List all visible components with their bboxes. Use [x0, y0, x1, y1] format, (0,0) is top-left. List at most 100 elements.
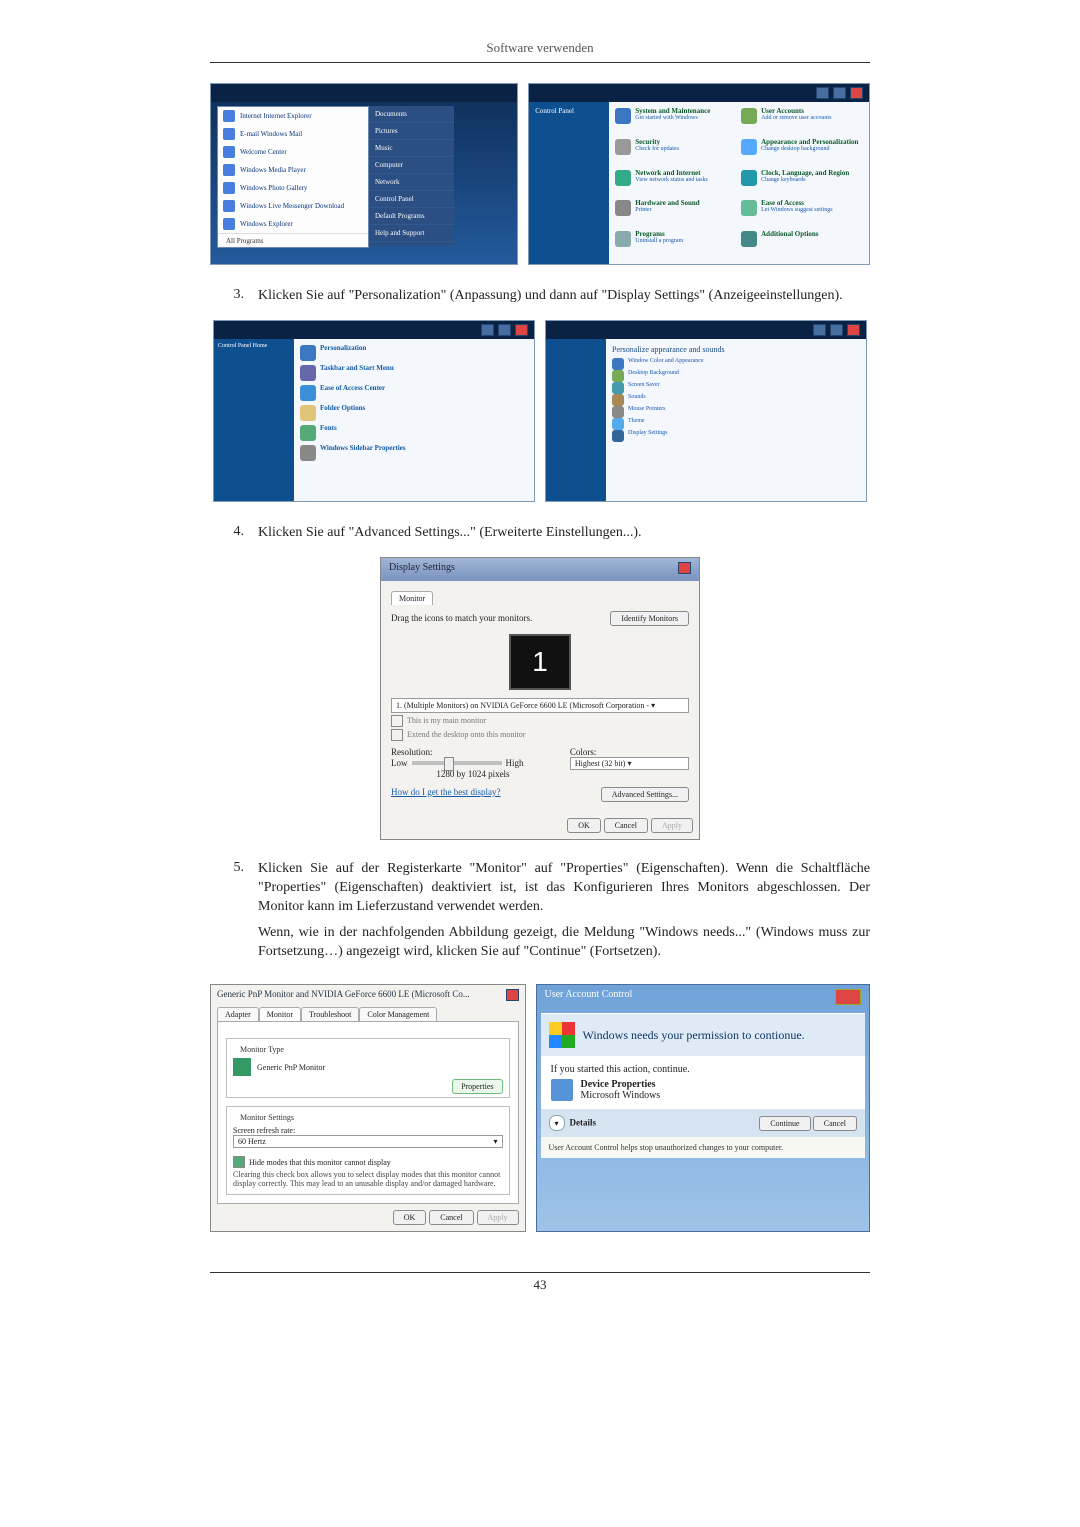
hide-modes-desc: Clearing this check box allows you to se… [233, 1170, 503, 1188]
figure-display-settings: Display Settings Monitor Drag the icons … [210, 557, 870, 840]
ok-button[interactable]: OK [393, 1210, 427, 1225]
start-item[interactable]: Windows Photo Gallery [240, 184, 307, 192]
theme-icon [612, 418, 624, 430]
ap-item[interactable]: Taskbar and Start Menu [300, 365, 528, 381]
cp-category[interactable]: SecurityCheck for updates [615, 139, 737, 166]
start-item[interactable]: Windows Live Messenger Download [240, 202, 344, 210]
chevron-down-icon[interactable]: ▾ [493, 1137, 497, 1146]
cp-title: Control Panel [529, 102, 609, 120]
pers-heading: Personalize appearance and sounds [612, 345, 860, 354]
uac-sub: If you started this action, continue. [551, 1064, 856, 1075]
tab-monitor[interactable]: Monitor [391, 591, 433, 605]
step-number-3: 3. [210, 287, 258, 306]
tab-color[interactable]: Color Management [359, 1007, 437, 1021]
start-item[interactable]: Windows Explorer [240, 220, 293, 228]
start-item[interactable]: Internet Internet Explorer [240, 112, 312, 120]
cp-side-tasks: Control Panel [529, 102, 609, 264]
all-programs[interactable]: All Programs [226, 237, 264, 245]
taskbar-icon [300, 365, 316, 381]
cp-category[interactable]: Appearance and PersonalizationChange des… [741, 139, 863, 166]
low-label: Low [391, 758, 408, 768]
cancel-button[interactable]: Cancel [604, 818, 648, 833]
screenshot-personalization: Personalize appearance and sounds Window… [545, 320, 867, 502]
monitor-selector[interactable]: 1. (Multiple Monitors) on NVIDIA GeForce… [391, 698, 689, 713]
ap-item[interactable]: Windows Sidebar Properties [300, 445, 528, 461]
start-item[interactable]: E-mail Windows Mail [240, 130, 302, 138]
close-icon[interactable] [506, 989, 519, 1001]
start-item[interactable]: Windows Media Player [240, 166, 306, 174]
ap-item[interactable]: Personalization [300, 345, 528, 361]
cp-category[interactable]: Clock, Language, and RegionChange keyboa… [741, 170, 863, 197]
chk-extend-label: Extend the desktop onto this monitor [407, 730, 525, 739]
ease-icon [300, 385, 316, 401]
monitor-name: Generic PnP Monitor [257, 1063, 325, 1072]
refresh-select[interactable]: 60 Hertz [238, 1137, 266, 1146]
uac-dialog: User Account Control Windows needs your … [536, 984, 871, 1232]
cp-category[interactable]: Network and InternetView network status … [615, 170, 737, 197]
folder-icon [300, 405, 316, 421]
uac-title: User Account Control [545, 989, 633, 1005]
ap-item[interactable]: Ease of Access Center [300, 385, 528, 401]
start-right-item[interactable]: Network [369, 174, 454, 191]
ok-button[interactable]: OK [567, 818, 601, 833]
pers-item[interactable]: Screen Saver [612, 382, 860, 394]
cp-category[interactable]: Hardware and SoundPrinter [615, 200, 737, 227]
start-right-item[interactable]: Control Panel [369, 191, 454, 208]
cancel-button[interactable]: Cancel [429, 1210, 473, 1225]
colors-select[interactable]: Highest (32 bit) ▾ [570, 757, 689, 770]
tab-troubleshoot[interactable]: Troubleshoot [301, 1007, 359, 1021]
personalization-icon [300, 345, 316, 361]
checkbox-hide-modes[interactable] [233, 1156, 245, 1168]
color-icon [612, 358, 624, 370]
start-right-item[interactable]: Documents [369, 106, 454, 123]
cp-category[interactable]: Ease of AccessLet Windows suggest settin… [741, 200, 863, 227]
ap-item[interactable]: Fonts [300, 425, 528, 441]
appearance-icon [741, 139, 757, 155]
start-item[interactable]: Welcome Center [240, 148, 287, 156]
details-toggle[interactable]: Details [570, 1118, 597, 1128]
start-right-item[interactable]: Help and Support [369, 225, 454, 242]
properties-button[interactable]: Properties [452, 1079, 502, 1094]
sidebar-icon [300, 445, 316, 461]
pers-item[interactable]: Window Color and Appearance [612, 358, 860, 370]
pers-item[interactable]: Theme [612, 418, 860, 430]
start-right-item[interactable]: Music [369, 140, 454, 157]
pers-item[interactable]: Display Settings [612, 430, 860, 442]
cp-category[interactable]: ProgramsUninstall a program [615, 231, 737, 258]
rule-top [210, 62, 870, 63]
ap-item[interactable]: Folder Options [300, 405, 528, 421]
cp-category[interactable]: User AccountsAdd or remove user accounts [741, 108, 863, 135]
start-right-item[interactable]: Default Programs [369, 208, 454, 225]
pers-item[interactable]: Mouse Pointers [612, 406, 860, 418]
pers-item[interactable]: Desktop Background [612, 370, 860, 382]
apply-button[interactable]: Apply [651, 818, 693, 833]
monitor-preview-icon[interactable]: 1 [509, 634, 571, 690]
chevron-down-icon[interactable]: ▾ [549, 1115, 565, 1131]
help-link[interactable]: How do I get the best display? [391, 787, 500, 802]
tab-monitor[interactable]: Monitor [259, 1007, 301, 1021]
close-icon[interactable] [678, 562, 691, 574]
mouse-icon [612, 406, 624, 418]
tab-adapter[interactable]: Adapter [217, 1007, 259, 1021]
advanced-settings-button[interactable]: Advanced Settings... [601, 787, 689, 802]
identify-monitors-button[interactable]: Identify Monitors [610, 611, 689, 626]
system-icon [615, 108, 631, 124]
apply-button[interactable]: Apply [477, 1210, 519, 1225]
checkbox-main[interactable] [391, 715, 403, 727]
cancel-button[interactable]: Cancel [813, 1116, 857, 1131]
start-right-item[interactable]: Pictures [369, 123, 454, 140]
monitor-type-label: Monitor Type [237, 1045, 287, 1054]
cp-category[interactable]: System and MaintenanceGet started with W… [615, 108, 737, 135]
resolution-slider[interactable] [412, 761, 502, 765]
close-icon[interactable] [835, 989, 861, 1005]
checkbox-extend[interactable] [391, 729, 403, 741]
security-icon [615, 139, 631, 155]
cp-category[interactable]: Additional Options [741, 231, 863, 258]
pers-item[interactable]: Sounds [612, 394, 860, 406]
clock-icon [741, 170, 757, 186]
display-icon [612, 430, 624, 442]
desktop-icon [612, 370, 624, 382]
continue-button[interactable]: Continue [759, 1116, 810, 1131]
start-menu-left: Internet Internet Explorer E-mail Window… [217, 106, 369, 248]
start-right-item[interactable]: Computer [369, 157, 454, 174]
